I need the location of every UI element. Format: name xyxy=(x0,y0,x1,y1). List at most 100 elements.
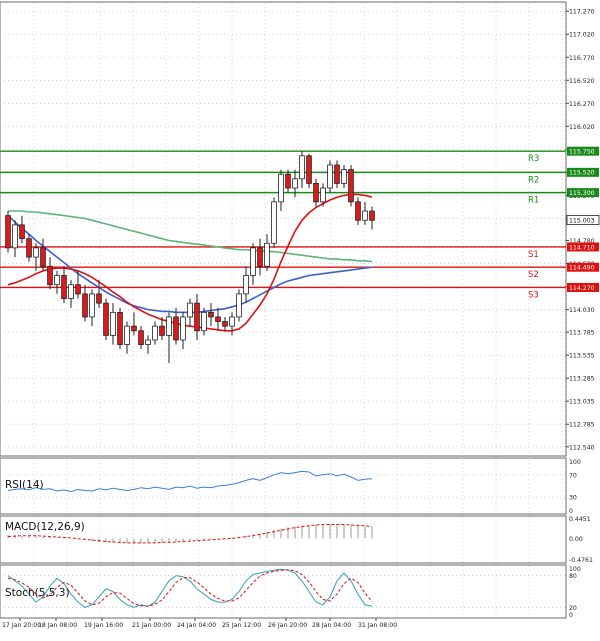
time-tick-label: 25 Jan 12:00 xyxy=(222,622,261,629)
price-tick-label: 112.540 xyxy=(569,444,595,451)
candle-body-down xyxy=(173,316,179,341)
candle-body-down xyxy=(40,247,46,267)
candle-body-down xyxy=(26,238,32,258)
candle-body-down xyxy=(5,215,11,249)
level-price-label-s1: 114.710 xyxy=(569,244,595,251)
macd-label: MACD(12,26,9) xyxy=(5,521,85,533)
time-tick-label: 31 Jan 08:00 xyxy=(358,622,397,629)
level-name-r1: R1 xyxy=(528,196,539,206)
candle-body-down xyxy=(47,265,53,286)
level-name-s2: S2 xyxy=(528,270,539,280)
candle-body-up xyxy=(278,173,284,203)
candle-body-down xyxy=(208,311,214,318)
candle-38 xyxy=(271,197,277,248)
candle-body-down xyxy=(348,169,354,203)
candle-body-down xyxy=(61,275,67,299)
candle-body-down xyxy=(285,173,291,189)
candle-body-down xyxy=(306,155,312,184)
candle-16 xyxy=(117,307,123,350)
price-tick-label: 113.535 xyxy=(569,353,595,360)
level-name-r2: R2 xyxy=(528,175,539,185)
level-price-label-r1: 115.300 xyxy=(569,190,595,197)
candle-body-up xyxy=(236,293,242,318)
candle-body-down xyxy=(117,311,123,345)
candle-body-down xyxy=(194,302,200,332)
time-tick-label: 18 Jan 08:00 xyxy=(38,622,77,629)
candle-body-up xyxy=(264,242,270,267)
time-tick-label: 17 Jan 20:00 xyxy=(2,622,41,629)
stoch-tick-label: 0 xyxy=(569,612,573,619)
candle-body-down xyxy=(19,224,25,240)
candle-body-up xyxy=(299,155,305,180)
time-tick-label: 24 Jan 04:00 xyxy=(177,622,216,629)
candle-body-down xyxy=(257,247,263,267)
candle-49 xyxy=(348,164,354,207)
price-tick-label: 112.785 xyxy=(569,422,595,429)
level-price-label-r3: 115.750 xyxy=(569,148,595,155)
panel-frame-1 xyxy=(0,457,567,515)
stoch-tick-label: 80 xyxy=(569,573,577,580)
level-price-label-s2: 114.490 xyxy=(569,265,595,272)
macd-tick-label: 0.00 xyxy=(569,536,583,543)
price-tick-label: 117.270 xyxy=(569,9,595,16)
rsi-tick-label: 100 xyxy=(569,459,581,466)
candle-body-up xyxy=(229,316,235,327)
panel-frame-3 xyxy=(0,564,567,619)
candle-14 xyxy=(103,298,109,340)
price-tick-label: 113.285 xyxy=(569,376,595,383)
candle-body-down xyxy=(355,201,361,221)
macd-tick-label: -0.4761 xyxy=(569,557,593,564)
candle-body-up xyxy=(271,201,277,244)
candle-body-up xyxy=(12,224,18,249)
candle-body-up xyxy=(110,311,116,336)
stoch-label: Stoch(5,5,3) xyxy=(5,587,70,599)
candle-body-down xyxy=(138,330,144,345)
price-tick-label: 113.035 xyxy=(569,399,595,406)
price-tick-label: 116.270 xyxy=(569,101,595,108)
stoch-tick-label: 100 xyxy=(569,566,581,573)
candle-body-up xyxy=(124,325,130,345)
price-tick-label: 114.030 xyxy=(569,307,595,314)
candle-body-down xyxy=(334,164,340,184)
candle-body-down xyxy=(222,321,228,327)
level-name-r3: R3 xyxy=(528,154,539,164)
candle-body-down xyxy=(82,293,88,318)
rsi-label: RSI(14) xyxy=(5,479,44,491)
time-tick-label: 28 Jan 04:00 xyxy=(312,622,351,629)
rsi-tick-label: 0 xyxy=(569,508,573,515)
panel-frame-0 xyxy=(0,1,567,457)
time-tick-label: 26 Jan 20:00 xyxy=(268,622,307,629)
price-tick-label: 113.785 xyxy=(569,330,595,337)
candle-body-down xyxy=(369,210,375,221)
candle-body-down xyxy=(75,284,81,295)
price-tick-label: 116.520 xyxy=(569,78,595,85)
price-tick-label: 117.020 xyxy=(569,32,595,39)
candle-body-up xyxy=(250,247,256,276)
candle-body-up xyxy=(152,325,158,341)
candle-body-up xyxy=(89,293,95,318)
candle-body-up xyxy=(327,164,333,189)
chart-svg: 117.270 117.020 116.770 116.520 116.270 116.0… xyxy=(0,1,600,629)
candle-body-down xyxy=(159,325,165,336)
candle-body-up xyxy=(54,275,60,286)
price-tick-label: 116.770 xyxy=(569,55,595,62)
macd-tick-label: 0.4451 xyxy=(569,516,591,523)
candle-body-up xyxy=(187,302,193,318)
candle-body-up xyxy=(145,339,151,345)
level-price-label-s3: 114.270 xyxy=(569,285,595,292)
candle-body-up xyxy=(166,316,172,336)
level-price-label-r2: 115.520 xyxy=(569,170,595,177)
candle-body-up xyxy=(180,316,186,341)
candle-body-down xyxy=(131,325,137,332)
candle-body-up xyxy=(68,284,74,299)
candle-body-up xyxy=(33,247,39,258)
level-name-s1: S1 xyxy=(528,250,539,260)
candle-0 xyxy=(5,211,11,253)
candle-body-up xyxy=(362,210,368,221)
candle-body-up xyxy=(292,178,298,189)
candle-body-down xyxy=(313,183,319,203)
price-tick-label: 116.020 xyxy=(569,124,595,131)
candle-33 xyxy=(236,289,242,322)
rsi-tick-label: 70 xyxy=(569,472,577,479)
candle-body-down xyxy=(103,302,109,336)
